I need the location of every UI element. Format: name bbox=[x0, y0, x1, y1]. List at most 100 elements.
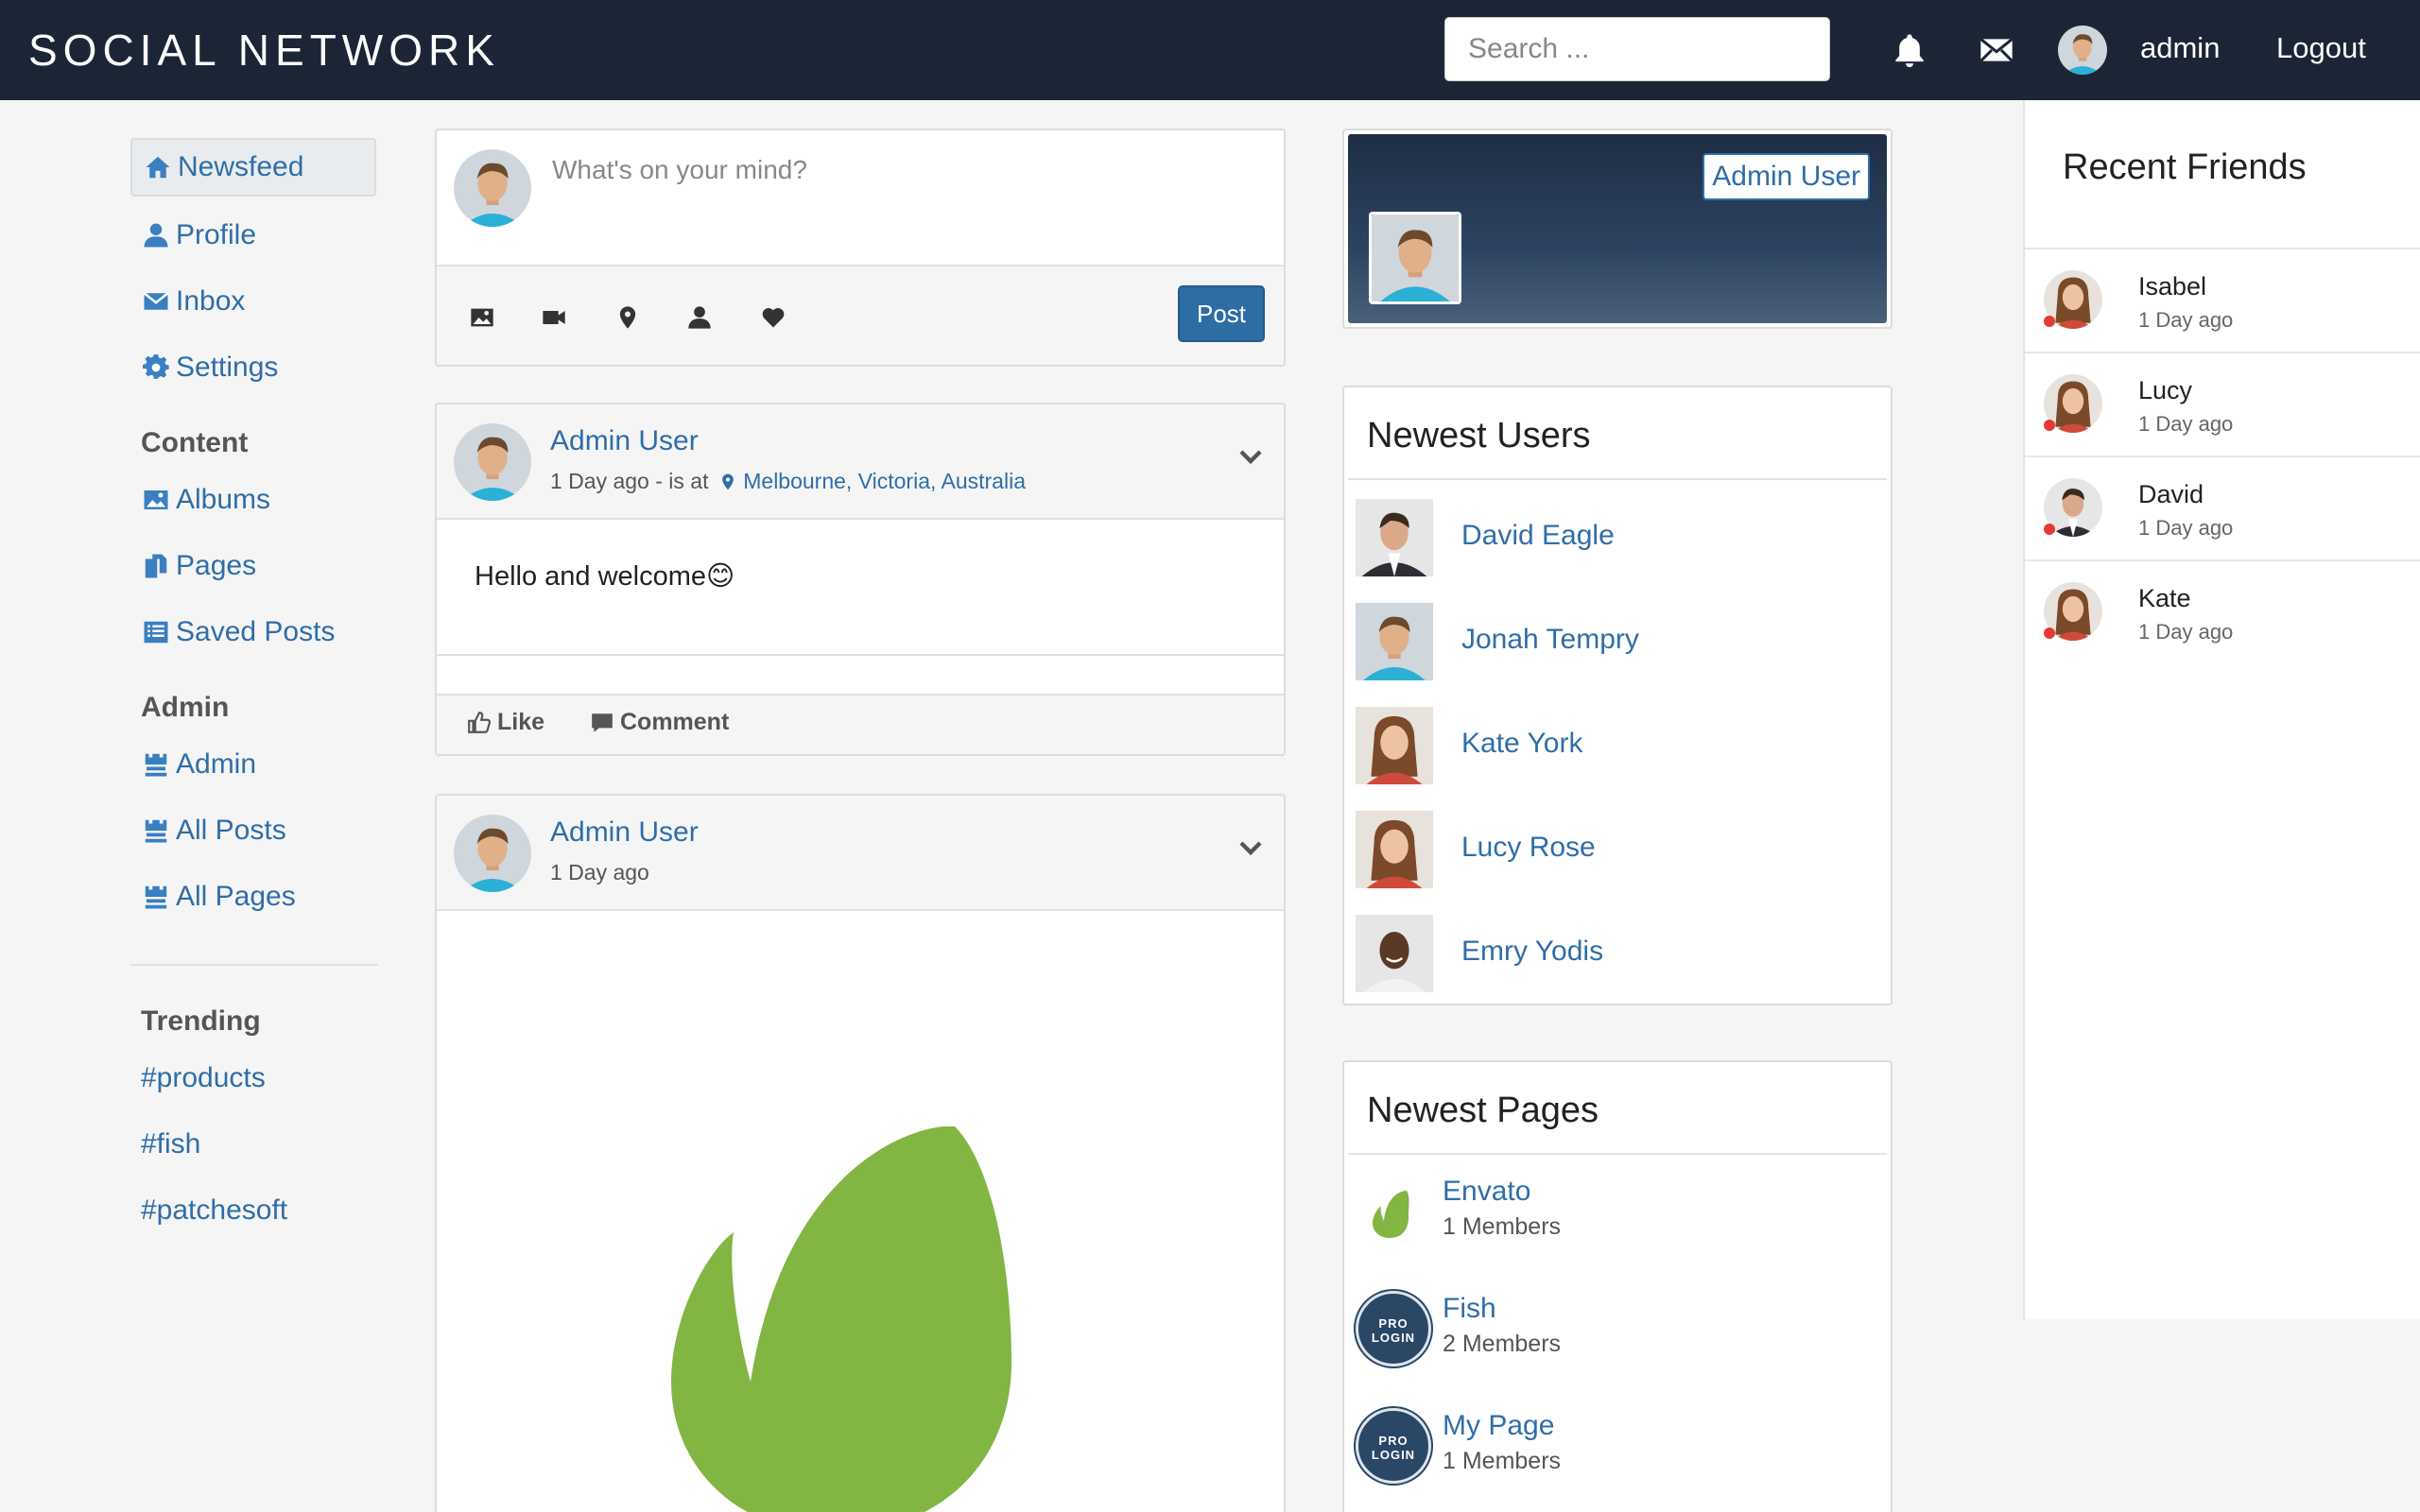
user-avatar[interactable] bbox=[2058, 26, 2107, 75]
page-logo: PRO LOGIN bbox=[1356, 1291, 1431, 1366]
divider bbox=[1348, 1153, 1887, 1155]
gear-icon bbox=[143, 354, 169, 379]
profile-name-link[interactable]: Admin User bbox=[1703, 153, 1870, 200]
sidebar-item-label: Newsfeed bbox=[178, 151, 304, 182]
sidebar-divider bbox=[130, 964, 378, 966]
newest-users-widget: Newest Users David Eagle Jonah Tempry Ka… bbox=[1342, 386, 1893, 1005]
status-input[interactable]: What's on your mind? bbox=[552, 155, 807, 185]
trending-tag[interactable]: #products bbox=[141, 1062, 266, 1094]
friend-row[interactable]: Lucy 1 Day ago bbox=[2025, 352, 2420, 455]
page-name-link[interactable]: Envato bbox=[1443, 1176, 1530, 1208]
divider bbox=[437, 654, 1284, 656]
avatar[interactable] bbox=[454, 423, 531, 501]
sidebar-item-label: Profile bbox=[176, 219, 257, 250]
profile-avatar[interactable] bbox=[1369, 212, 1461, 304]
sidebar-heading-trending: Trending bbox=[141, 1005, 261, 1037]
friend-name: Lucy bbox=[2138, 376, 2193, 404]
divider bbox=[1348, 478, 1887, 480]
friend-time: 1 Day ago bbox=[2138, 620, 2234, 644]
user-icon bbox=[144, 223, 168, 248]
post-header: Admin User 1 Day ago - is at Melbourne, … bbox=[437, 404, 1284, 520]
sidebar-item-label: Pages bbox=[176, 550, 257, 581]
user-photo bbox=[1356, 811, 1433, 888]
sidebar-item-settings[interactable]: Settings bbox=[130, 338, 376, 397]
status-dot bbox=[2044, 316, 2055, 327]
comment-button[interactable]: Comment bbox=[590, 709, 729, 736]
post-author[interactable]: Admin User bbox=[550, 425, 699, 457]
sidebar-item-label: Settings bbox=[176, 352, 279, 383]
sidebar-item-newsfeed[interactable]: Newsfeed bbox=[130, 138, 376, 197]
user-tag-icon[interactable] bbox=[686, 304, 713, 331]
sidebar-item-albums[interactable]: Albums bbox=[130, 471, 376, 529]
bell-icon[interactable] bbox=[1891, 31, 1928, 69]
tower-icon bbox=[142, 883, 170, 911]
like-button[interactable]: Like bbox=[467, 709, 544, 736]
sidebar-item-inbox[interactable]: Inbox bbox=[130, 272, 376, 331]
status-dot bbox=[2044, 420, 2055, 431]
sidebar-item-label: Inbox bbox=[176, 285, 246, 317]
friend-row[interactable]: Isabel 1 Day ago bbox=[2025, 248, 2420, 352]
avatar[interactable] bbox=[454, 815, 531, 892]
page-logo: PRO LOGIN bbox=[1356, 1408, 1431, 1484]
friend-row[interactable]: Kate 1 Day ago bbox=[2025, 559, 2420, 663]
newest-pages-widget: Newest Pages Envato 1 Members PRO LOGIN … bbox=[1342, 1060, 1893, 1512]
map-marker-icon bbox=[722, 473, 734, 490]
sidebar-item-all-posts[interactable]: All Posts bbox=[130, 801, 376, 860]
user-name-link[interactable]: Jonah Tempry bbox=[1461, 624, 1639, 656]
composer-toolbar: Post bbox=[437, 265, 1284, 365]
comment-label: Comment bbox=[620, 709, 730, 735]
like-label: Like bbox=[497, 709, 545, 735]
user-name-link[interactable]: Emry Yodis bbox=[1461, 936, 1603, 968]
user-name-link[interactable]: Kate York bbox=[1461, 728, 1582, 760]
search-input[interactable] bbox=[1444, 17, 1830, 81]
user-photo bbox=[1356, 603, 1433, 680]
map-marker-icon[interactable] bbox=[614, 304, 641, 331]
user-photo bbox=[1356, 915, 1433, 992]
page-name-link[interactable]: Fish bbox=[1443, 1293, 1496, 1325]
sidebar-heading-content: Content bbox=[141, 427, 249, 458]
chevron-down-icon[interactable] bbox=[1236, 442, 1265, 471]
logout-link[interactable]: Logout bbox=[2276, 31, 2366, 65]
user-menu[interactable]: admin bbox=[2140, 31, 2220, 65]
image-icon[interactable] bbox=[469, 304, 495, 331]
friend-name: David bbox=[2138, 480, 2204, 508]
post-time: 1 Day ago bbox=[550, 860, 649, 885]
brand-logo[interactable]: SOCIAL NETWORK bbox=[28, 25, 500, 76]
friend-row[interactable]: David 1 Day ago bbox=[2025, 455, 2420, 559]
sidebar-item-profile[interactable]: Profile bbox=[130, 206, 376, 265]
sidebar-item-admin[interactable]: Admin bbox=[130, 735, 376, 794]
panel-title: Recent Friends bbox=[2063, 147, 2307, 187]
trending-tag[interactable]: #patchesoft bbox=[141, 1194, 287, 1227]
user-name-link[interactable]: David Eagle bbox=[1461, 520, 1615, 552]
post-meta: 1 Day ago - is at Melbourne, Victoria, A… bbox=[550, 469, 1026, 494]
post-author[interactable]: Admin User bbox=[550, 816, 699, 849]
post-button[interactable]: Post bbox=[1178, 285, 1265, 342]
user-photo bbox=[1356, 707, 1433, 784]
comment-icon bbox=[592, 713, 613, 732]
sidebar-item-label: All Pages bbox=[176, 881, 296, 912]
sidebar-item-all-pages[interactable]: All Pages bbox=[130, 868, 376, 926]
sidebar-item-label: Admin bbox=[176, 748, 257, 780]
friend-time: 1 Day ago bbox=[2138, 516, 2234, 540]
chevron-down-icon[interactable] bbox=[1236, 833, 1265, 862]
files-icon bbox=[145, 554, 167, 578]
heart-icon[interactable] bbox=[760, 304, 786, 331]
video-icon[interactable] bbox=[541, 304, 567, 331]
tower-icon bbox=[142, 750, 170, 779]
envelope-icon bbox=[143, 292, 169, 310]
trending-tag[interactable]: #fish bbox=[141, 1128, 200, 1160]
sidebar-item-label: Saved Posts bbox=[176, 616, 336, 647]
sidebar-item-pages[interactable]: Pages bbox=[130, 537, 376, 595]
envelope-icon[interactable] bbox=[1978, 31, 2015, 69]
envato-leaf-image[interactable] bbox=[671, 1126, 1011, 1512]
post-actions: Like Comment bbox=[437, 694, 1284, 754]
widget-title: Newest Pages bbox=[1367, 1091, 1599, 1130]
user-name-link[interactable]: Lucy Rose bbox=[1461, 832, 1596, 864]
post-header: Admin User 1 Day ago bbox=[437, 796, 1284, 911]
friend-name: Isabel bbox=[2138, 272, 2207, 301]
page-members: 2 Members bbox=[1443, 1331, 1562, 1357]
post-location-link[interactable]: Melbourne, Victoria, Australia bbox=[743, 469, 1026, 493]
sidebar-item-saved-posts[interactable]: Saved Posts bbox=[130, 603, 376, 662]
page-name-link[interactable]: My Page bbox=[1443, 1410, 1554, 1442]
feed-post: Admin User 1 Day ago - is at Melbourne, … bbox=[435, 403, 1286, 756]
